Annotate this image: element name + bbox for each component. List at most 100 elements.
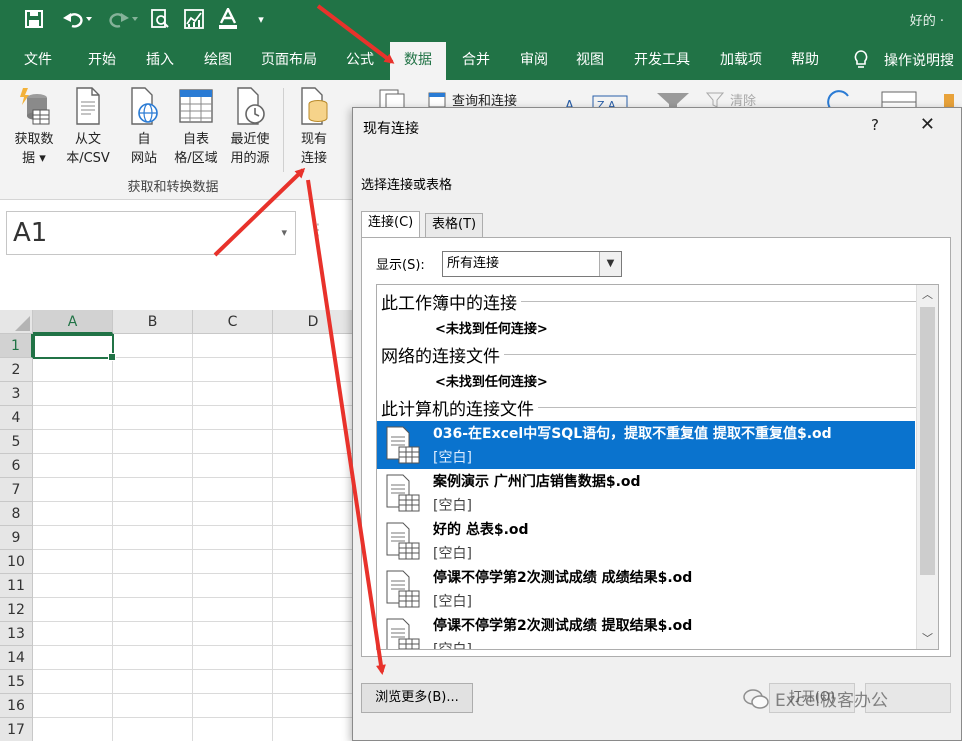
- row-header[interactable]: 5: [0, 430, 33, 454]
- connections-list[interactable]: 此工作簿中的连接 <未找到任何连接> 网络的连接文件 <未找到任何连接> 此计算…: [376, 284, 939, 650]
- row-header[interactable]: 17: [0, 718, 33, 741]
- existing-connections-dialog: 现有连接 ? ✕ 选择连接或表格 连接(C) 表格(T) 显示(S): 所有连接…: [352, 107, 962, 741]
- tab-home[interactable]: 开始: [74, 40, 130, 80]
- row-header[interactable]: 12: [0, 598, 33, 622]
- save-icon[interactable]: [20, 6, 48, 32]
- from-web-button[interactable]: 自 网站: [116, 86, 172, 168]
- tab-connections[interactable]: 连接(C): [361, 211, 421, 238]
- no-connections-note: <未找到任何连接>: [435, 375, 548, 390]
- connections-panel: 显示(S): 所有连接 ▼ 此工作簿中的连接 <未找到任何连接> 网络的连接文件…: [361, 237, 951, 657]
- tell-me-label: 操作说明搜: [884, 53, 954, 69]
- watermark-text: Excel极客办公: [775, 691, 889, 711]
- tab-tables[interactable]: 表格(T): [425, 213, 484, 237]
- column-header-a[interactable]: A: [33, 310, 113, 334]
- tab-file[interactable]: 文件: [10, 40, 66, 80]
- row-header[interactable]: 4: [0, 406, 33, 430]
- row-header[interactable]: 15: [0, 670, 33, 694]
- undo-icon[interactable]: [58, 6, 96, 32]
- from-text-csv-label: 从文 本/CSV: [66, 132, 110, 166]
- recent-sources-icon: [237, 87, 265, 125]
- connection-item[interactable]: 案例演示 广州门店销售数据$.od [空白]: [377, 469, 915, 517]
- column-header-b[interactable]: B: [113, 310, 193, 334]
- help-button[interactable]: ?: [871, 116, 879, 134]
- list-scrollbar[interactable]: ︿ ﹀: [916, 285, 938, 649]
- existing-connections-button[interactable]: 现有 连接: [286, 86, 342, 168]
- get-data-label: 获取数 据 ▾: [14, 132, 54, 166]
- tab-formulas[interactable]: 公式: [334, 40, 386, 80]
- tab-review[interactable]: 审阅: [506, 40, 562, 80]
- section-rule: [504, 354, 916, 355]
- scroll-up-icon[interactable]: ︿: [917, 285, 938, 305]
- scroll-thumb[interactable]: [920, 307, 935, 575]
- redo-icon[interactable]: [104, 6, 142, 32]
- active-cell-a1[interactable]: [33, 334, 116, 361]
- tab-merge[interactable]: 合并: [448, 40, 504, 80]
- browse-more-button[interactable]: 浏览更多(B)...: [361, 683, 473, 713]
- wechat-icon: [743, 688, 769, 709]
- worksheet-grid[interactable]: A B C D 1 2 3 4 5 6 7 8 9 10 11 12 13 14…: [0, 310, 354, 741]
- tell-me-search[interactable]: 操作说明搜: [852, 40, 954, 80]
- tab-draw[interactable]: 绘图: [190, 40, 246, 80]
- row-header[interactable]: 10: [0, 550, 33, 574]
- user-name[interactable]: 好的 ·: [910, 10, 944, 29]
- connection-item[interactable]: 好的 总表$.od [空白]: [377, 517, 915, 565]
- tab-data[interactable]: 数据: [390, 42, 446, 80]
- section-heading-text: 网络的连接文件: [381, 347, 500, 367]
- tab-insert[interactable]: 插入: [132, 40, 188, 80]
- column-header-d[interactable]: D: [273, 310, 354, 334]
- connection-file-icon: [386, 618, 420, 649]
- dialog-instruction: 选择连接或表格: [361, 178, 453, 193]
- chevron-down-icon[interactable]: ▼: [599, 252, 621, 276]
- name-box-dropdown-icon[interactable]: ▾: [281, 212, 287, 254]
- row-header[interactable]: 6: [0, 454, 33, 478]
- show-select[interactable]: 所有连接 ▼: [442, 251, 622, 277]
- ribbon-group-label: 获取和转换数据: [127, 180, 219, 195]
- row-header[interactable]: 11: [0, 574, 33, 598]
- cell-area[interactable]: [33, 334, 354, 741]
- row-header[interactable]: 2: [0, 358, 33, 382]
- name-box-value: A1: [13, 218, 48, 248]
- name-box[interactable]: A1 ▾: [6, 211, 296, 255]
- scroll-down-icon[interactable]: ﹀: [917, 629, 938, 649]
- row-header[interactable]: 1: [0, 334, 33, 358]
- row-header[interactable]: 7: [0, 478, 33, 502]
- row-header[interactable]: 14: [0, 646, 33, 670]
- clear-filter-icon: [706, 92, 724, 108]
- tab-view[interactable]: 视图: [562, 40, 618, 80]
- from-table-range-button[interactable]: 自表 格/区域: [168, 86, 224, 168]
- from-text-csv-button[interactable]: 从文 本/CSV: [60, 86, 116, 168]
- formula-bar-handle-icon[interactable]: ⋮: [310, 220, 326, 239]
- connection-item[interactable]: 停课不停学第2次测试成绩 成绩结果$.od [空白]: [377, 565, 915, 613]
- font-color-icon[interactable]: [216, 6, 240, 32]
- connection-name: 好的 总表$.od: [433, 522, 529, 538]
- connection-item[interactable]: 停课不停学第2次测试成绩 提取结果$.od [空白]: [377, 613, 915, 649]
- row-header[interactable]: 13: [0, 622, 33, 646]
- connection-file-icon: [386, 570, 420, 608]
- connection-file-icon: [386, 474, 420, 512]
- row-header[interactable]: 9: [0, 526, 33, 550]
- existing-connections-icon: [301, 87, 328, 125]
- select-all-corner[interactable]: [0, 310, 33, 334]
- recent-sources-label: 最近使 用的源: [230, 132, 270, 166]
- get-data-button[interactable]: 获取数 据 ▾: [6, 86, 62, 168]
- connection-name: 案例演示 广州门店销售数据$.od: [433, 474, 641, 490]
- ribbon-separator: [283, 88, 284, 172]
- connection-item[interactable]: 036-在Excel中写SQL语句，提取不重复值 提取不重复值$.od [空白]: [377, 421, 915, 469]
- title-bar: ▾ 好的 ·: [0, 0, 962, 40]
- recent-sources-button[interactable]: 最近使 用的源: [222, 86, 278, 168]
- connection-desc: [空白]: [433, 450, 472, 466]
- row-header[interactable]: 16: [0, 694, 33, 718]
- column-header-c[interactable]: C: [193, 310, 273, 334]
- row-header[interactable]: 3: [0, 382, 33, 406]
- tab-help[interactable]: 帮助: [780, 40, 830, 80]
- row-header[interactable]: 8: [0, 502, 33, 526]
- from-web-label: 自 网站: [130, 132, 157, 166]
- tab-page-layout[interactable]: 页面布局: [250, 40, 328, 80]
- customize-qat-icon[interactable]: ▾: [252, 6, 270, 32]
- close-button[interactable]: ✕: [920, 114, 935, 135]
- tab-developer[interactable]: 开发工具: [624, 40, 700, 80]
- tab-addins[interactable]: 加载项: [710, 40, 772, 80]
- print-preview-icon[interactable]: [148, 6, 172, 32]
- no-connections-note: <未找到任何连接>: [435, 322, 548, 337]
- chart-icon[interactable]: [182, 6, 206, 32]
